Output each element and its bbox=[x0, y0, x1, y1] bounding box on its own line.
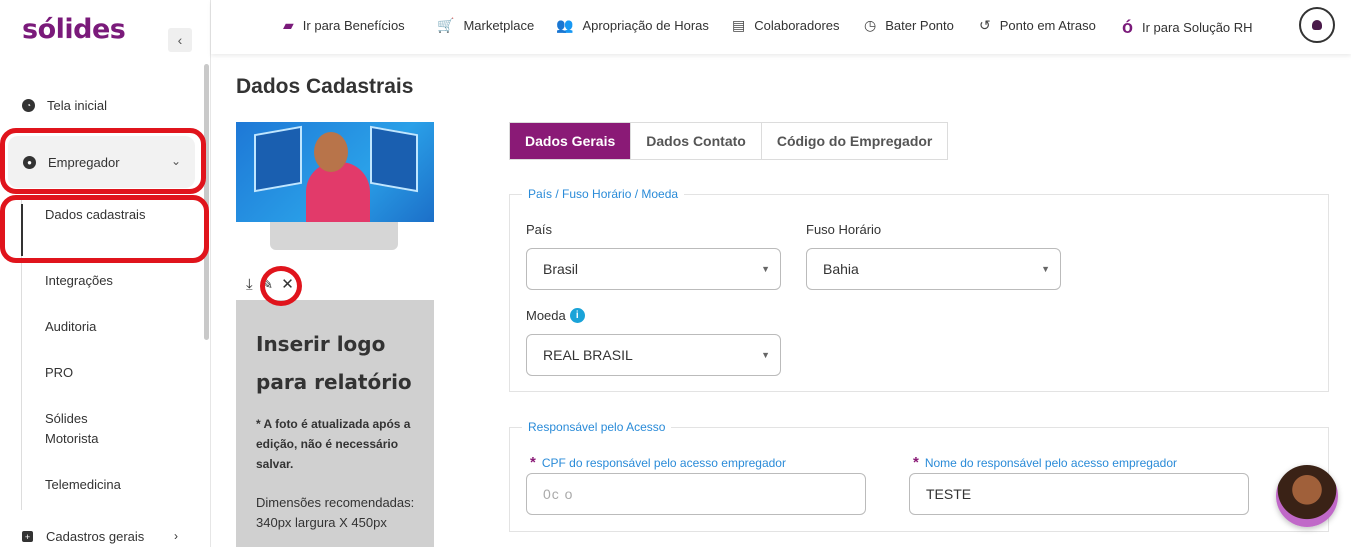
submenu-item-solides-motorista[interactable]: Sólides Motorista bbox=[45, 409, 115, 449]
nome-label-row: * Nome do responsável pelo acesso empreg… bbox=[913, 454, 1177, 471]
chevron-left-icon: ‹ bbox=[177, 32, 183, 48]
logo-card-heading: Inserir logo para relatório bbox=[256, 332, 412, 394]
fuso-value: Bahia bbox=[823, 261, 859, 277]
caret-down-icon: ▼ bbox=[1041, 264, 1050, 274]
topnav-solucao-rh[interactable]: ó Ir para Solução RH bbox=[1122, 17, 1253, 38]
caret-down-icon: ▼ bbox=[761, 350, 770, 360]
nome-label: Nome do responsável pelo acesso empregad… bbox=[924, 455, 1177, 470]
pais-label: País bbox=[526, 222, 553, 237]
moeda-select[interactable]: REAL BRASIL ▼ bbox=[526, 334, 781, 376]
fieldset-legend: Responsável pelo Acesso bbox=[522, 420, 672, 434]
cpf-input[interactable]: 0c o bbox=[526, 473, 866, 515]
topnav-label: Marketplace bbox=[463, 18, 535, 33]
topnav-marketplace[interactable]: 🛒 Marketplace bbox=[437, 17, 534, 34]
cpf-label-row: * CPF do responsável pelo acesso emprega… bbox=[530, 454, 786, 471]
nome-input[interactable]: TESTE bbox=[909, 473, 1249, 515]
topnav-label: Ir para Benefícios bbox=[302, 18, 405, 33]
fuso-label: Fuso Horário bbox=[806, 222, 882, 237]
logo-card-dimensions: Dimensões recomendadas: 340px largura X … bbox=[256, 495, 415, 530]
topnav-ponto-em-atraso[interactable]: ↺ Ponto em Atraso bbox=[979, 17, 1096, 34]
topnav-label: Ir para Solução RH bbox=[1142, 20, 1253, 35]
topnav-apropriacao-horas[interactable]: 👥 Apropriação de Horas bbox=[556, 17, 709, 34]
clock-icon: ◷ bbox=[864, 17, 877, 33]
submenu-item-auditoria[interactable]: Auditoria bbox=[45, 317, 155, 337]
cart-icon: 🛒 bbox=[437, 17, 455, 33]
topnav-bater-ponto[interactable]: ◷ Bater Ponto bbox=[864, 17, 954, 34]
screen-illustration bbox=[370, 125, 418, 193]
sidebar-item-label: Cadastros gerais bbox=[46, 529, 145, 544]
moeda-value: REAL BRASIL bbox=[543, 347, 633, 363]
sidebar-item-label: Tela inicial bbox=[47, 98, 107, 113]
chat-assistant-avatar[interactable] bbox=[1276, 465, 1338, 527]
sidebar-item-cadastros-gerais[interactable]: + Cadastros gerais › bbox=[22, 529, 178, 544]
chevron-right-icon: › bbox=[174, 529, 178, 543]
download-icon[interactable]: ⤓ bbox=[246, 276, 253, 293]
user-menu-button[interactable] bbox=[1299, 7, 1335, 43]
cpf-label: CPF do responsável pelo acesso empregado… bbox=[541, 455, 786, 470]
sidebar-item-tela-inicial[interactable]: ◔ Tela inicial bbox=[22, 98, 107, 113]
plus-square-icon: + bbox=[22, 531, 33, 542]
moeda-label: Moeda bbox=[526, 308, 566, 323]
fieldset-legend: País / Fuso Horário / Moeda bbox=[522, 187, 685, 201]
topnav-colaboradores[interactable]: ▤ Colaboradores bbox=[732, 17, 840, 34]
highlight-annotation bbox=[260, 266, 302, 306]
solides-icon: ó bbox=[1122, 17, 1133, 37]
topnav-label: Ponto em Atraso bbox=[999, 18, 1096, 33]
submenu-item-integracoes[interactable]: Integrações bbox=[45, 271, 155, 291]
required-icon: * bbox=[530, 454, 536, 471]
required-icon: * bbox=[913, 454, 919, 471]
wallet-icon: ▰ bbox=[283, 17, 294, 33]
user-icon bbox=[1312, 20, 1322, 30]
book-icon: ▤ bbox=[732, 17, 746, 33]
info-icon[interactable]: i bbox=[569, 308, 585, 323]
highlight-annotation bbox=[0, 128, 206, 194]
fuso-horario-select[interactable]: Bahia ▼ bbox=[806, 248, 1061, 290]
collapse-sidebar-button[interactable]: ‹ bbox=[168, 28, 192, 52]
topnav-label: Colaboradores bbox=[754, 18, 840, 33]
caret-down-icon: ▼ bbox=[761, 264, 770, 274]
tab-dados-contato[interactable]: Dados Contato bbox=[631, 123, 762, 159]
person-illustration bbox=[314, 132, 348, 172]
submenu-item-pro[interactable]: PRO bbox=[45, 363, 155, 383]
users-icon: 👥 bbox=[556, 17, 574, 33]
pais-select[interactable]: Brasil ▼ bbox=[526, 248, 781, 290]
person-illustration bbox=[306, 162, 370, 222]
pais-value: Brasil bbox=[543, 261, 579, 277]
dashboard-icon: ◔ bbox=[22, 99, 35, 112]
highlight-annotation bbox=[0, 195, 209, 263]
history-icon: ↺ bbox=[979, 17, 991, 33]
solides-logo[interactable]: sólides bbox=[22, 14, 126, 45]
photo-placeholder bbox=[270, 222, 398, 250]
logo-upload-card: ⤓ ✎ ✕ Inserir logo para relatório * A fo… bbox=[236, 122, 434, 547]
tabs: Dados Gerais Dados Contato Código do Emp… bbox=[509, 122, 949, 160]
submenu-item-telemedicina[interactable]: Telemedicina bbox=[45, 475, 155, 495]
page-title: Dados Cadastrais bbox=[236, 75, 414, 98]
tab-dados-gerais[interactable]: Dados Gerais bbox=[510, 123, 632, 159]
logo-illustration bbox=[236, 122, 434, 222]
tab-codigo-empregador[interactable]: Código do Empregador bbox=[761, 123, 948, 159]
topnav-label: Bater Ponto bbox=[885, 18, 954, 33]
screen-illustration bbox=[254, 125, 302, 193]
topnav-label: Apropriação de Horas bbox=[582, 18, 709, 33]
sidebar: sólides ‹ ◔ Tela inicial ● Empregador ⌄ … bbox=[0, 0, 211, 547]
logo-card-note: * A foto é atualizada após a edição, não… bbox=[256, 417, 411, 471]
moeda-label-row: Moeda i bbox=[526, 308, 585, 323]
topnav-beneficios[interactable]: ▰ Ir para Benefícios bbox=[283, 17, 405, 34]
